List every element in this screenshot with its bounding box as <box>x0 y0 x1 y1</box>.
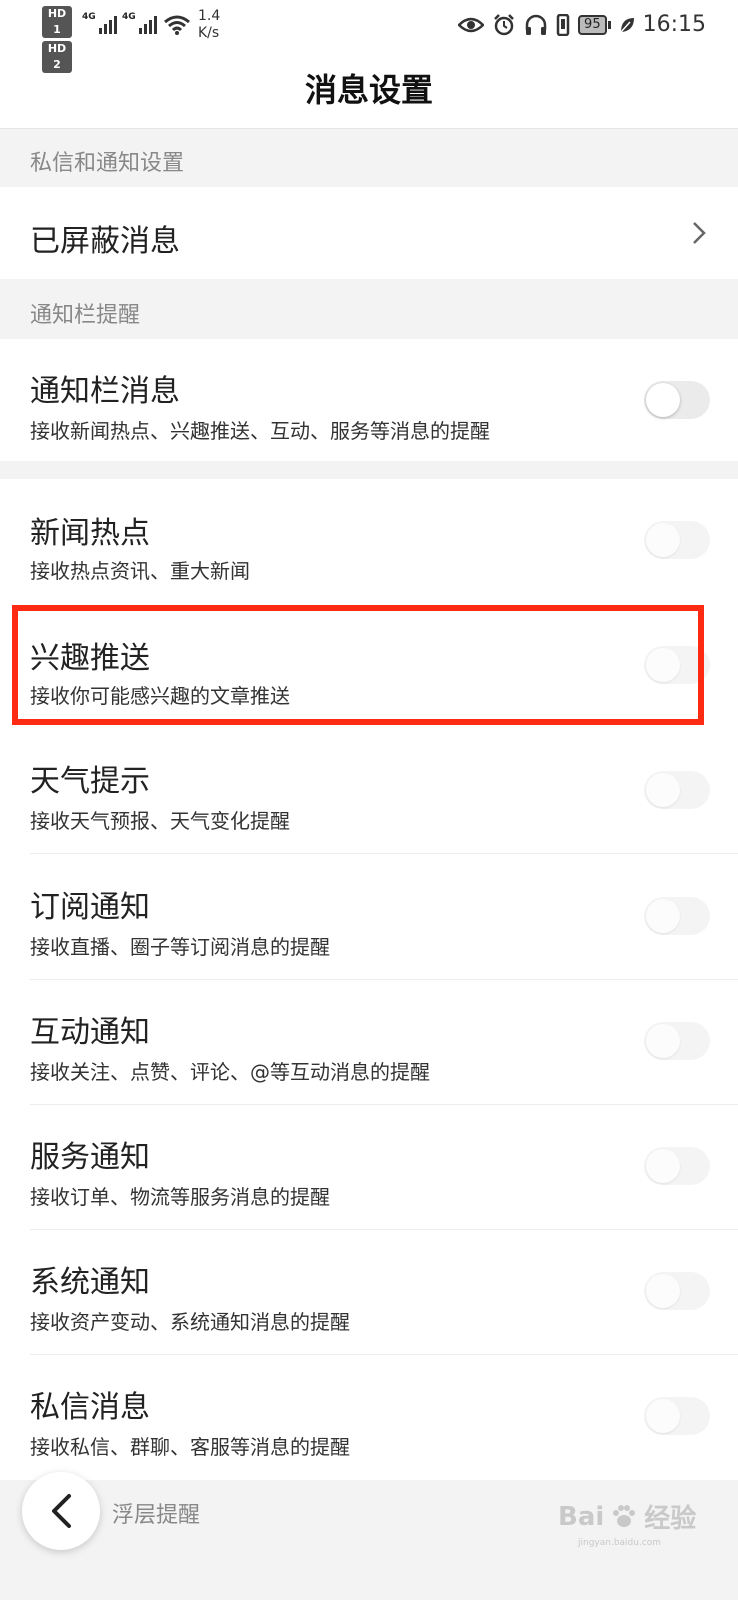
headphones-icon <box>525 14 547 35</box>
baidu-watermark: Bai 经验 jingyan.baidu.com <box>558 1498 697 1549</box>
setting-row-interaction[interactable]: 互动通知 接收关注、点赞、评论、@等互动消息的提醒 <box>0 980 738 1105</box>
setting-desc: 接收热点资讯、重大新闻 <box>30 559 250 583</box>
leaf-icon <box>620 17 634 33</box>
battery-level: 95 <box>578 14 607 35</box>
network-type-2: 4G <box>122 12 136 22</box>
vibrate-icon <box>556 13 570 36</box>
clock: 16:15 <box>642 12 706 37</box>
chevron-left-icon <box>52 1494 71 1528</box>
setting-desc: 接收直播、圈子等订阅消息的提醒 <box>30 935 330 959</box>
section-private-notify: 私信和通知设置 <box>0 129 738 187</box>
row-divider <box>30 853 738 854</box>
setting-row-subscription[interactable]: 订阅通知 接收直播、圈子等订阅消息的提醒 <box>0 855 738 980</box>
setting-title: 新闻热点 <box>30 516 150 551</box>
setting-row-system[interactable]: 系统通知 接收资产变动、系统通知消息的提醒 <box>0 1230 738 1355</box>
setting-title: 天气提示 <box>30 764 150 799</box>
back-button[interactable] <box>22 1472 100 1550</box>
setting-title: 服务通知 <box>30 1140 150 1175</box>
setting-title: 通知栏消息 <box>30 374 180 409</box>
system-toggle[interactable] <box>644 1272 710 1310</box>
section-notify-bar: 通知栏提醒 <box>0 279 738 339</box>
alarm-icon <box>494 13 514 35</box>
setting-title: 互动通知 <box>30 1015 150 1050</box>
news-hot-toggle[interactable] <box>644 521 710 559</box>
watermark-suffix: 经验 <box>644 1504 697 1534</box>
setting-row-weather[interactable]: 天气提示 接收天气预报、天气变化提醒 <box>0 729 738 854</box>
battery-icon: 95 <box>578 14 611 35</box>
notify-bar-toggle[interactable] <box>644 381 710 419</box>
hd1-badge: HD 1 <box>42 6 72 38</box>
watermark-url: jingyan.baidu.com <box>578 1538 662 1548</box>
setting-title: 订阅通知 <box>30 890 150 925</box>
setting-desc: 接收天气预报、天气变化提醒 <box>30 809 290 833</box>
setting-row-private-message[interactable]: 私信消息 接收私信、群聊、客服等消息的提醒 <box>0 1355 738 1480</box>
blocked-messages-row[interactable]: 已屏蔽消息 <box>0 187 738 279</box>
interaction-toggle[interactable] <box>644 1022 710 1060</box>
setting-title: 私信消息 <box>30 1390 150 1425</box>
setting-row-service[interactable]: 服务通知 接收订单、物流等服务消息的提醒 <box>0 1105 738 1230</box>
section-spacer <box>0 461 738 479</box>
subscription-toggle[interactable] <box>644 897 710 935</box>
chevron-right-icon <box>693 222 706 244</box>
weather-toggle[interactable] <box>644 771 710 809</box>
page-header: 消息设置 <box>0 52 738 129</box>
blocked-messages-label: 已屏蔽消息 <box>30 224 180 259</box>
signal-2-icon: 4G <box>122 12 157 34</box>
setting-title: 系统通知 <box>30 1265 150 1300</box>
section-label: 私信和通知设置 <box>30 151 185 176</box>
status-right-group: 95 16:15 <box>458 12 706 37</box>
setting-desc: 接收新闻热点、兴趣推送、互动、服务等消息的提醒 <box>30 419 490 443</box>
setting-desc: 接收资产变动、系统通知消息的提醒 <box>30 1310 350 1334</box>
service-toggle[interactable] <box>644 1147 710 1185</box>
setting-desc: 接收关注、点赞、评论、@等互动消息的提醒 <box>30 1060 430 1084</box>
private-message-toggle[interactable] <box>644 1397 710 1435</box>
setting-row-news-hot[interactable]: 新闻热点 接收热点资讯、重大新闻 <box>0 479 738 604</box>
speed-unit: K/s <box>198 25 220 41</box>
setting-row-notify-bar[interactable]: 通知栏消息 接收新闻热点、兴趣推送、互动、服务等消息的提醒 <box>0 339 738 461</box>
status-bar: HD 1 HD 2 4G 4G 1.4 K/s 95 16:15 <box>0 0 738 73</box>
watermark-brand: Bai <box>558 1501 605 1532</box>
network-speed: 1.4 K/s <box>198 8 220 42</box>
section-label: 通知栏提醒 <box>30 303 141 328</box>
network-type-1: 4G <box>82 12 96 22</box>
page-title: 消息设置 <box>304 71 433 109</box>
paw-icon <box>613 1504 636 1527</box>
signal-1-icon: 4G <box>82 12 117 34</box>
setting-desc: 接收订单、物流等服务消息的提醒 <box>30 1185 330 1209</box>
eye-icon <box>458 17 485 32</box>
section-label: 浮层提醒 <box>112 1503 201 1528</box>
speed-value: 1.4 <box>198 8 221 24</box>
highlight-box <box>12 605 704 725</box>
wifi-icon <box>164 15 190 35</box>
setting-desc: 接收私信、群聊、客服等消息的提醒 <box>30 1435 350 1459</box>
